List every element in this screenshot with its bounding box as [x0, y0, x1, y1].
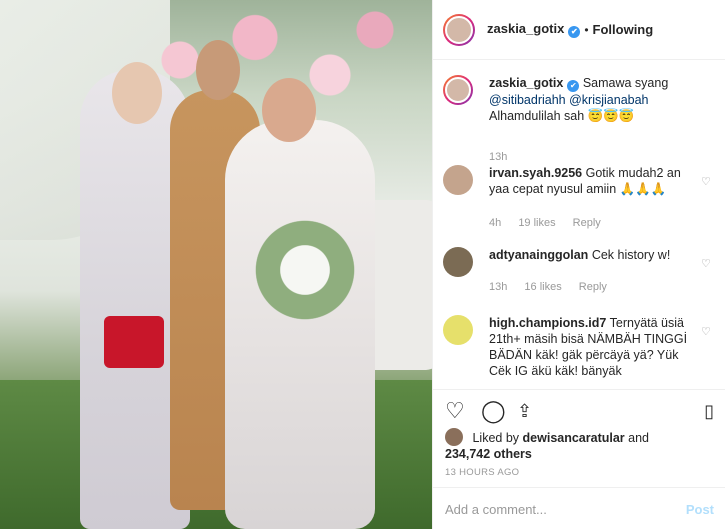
- commenter-avatar[interactable]: [443, 165, 473, 195]
- comment-username[interactable]: adtyanainggolan: [489, 248, 588, 262]
- comment-meta: 4h 19 likes Reply: [489, 217, 615, 229]
- comment-likes[interactable]: 19 likes: [518, 217, 555, 229]
- post-side-panel: zaskia_gotix ✔ • Following zaskia_gotix ✔ …: [432, 0, 725, 529]
- post-timestamp[interactable]: 13 HOURS AGO: [445, 467, 519, 478]
- mention-link[interactable]: @krisjianabah: [569, 93, 648, 107]
- heart-outline-icon[interactable]: ♡: [445, 400, 465, 422]
- share-icon[interactable]: ⇪: [517, 400, 532, 422]
- header-separator: •: [584, 22, 589, 37]
- photo-bouquet: [250, 210, 360, 330]
- caption-text: zaskia_gotix ✔ Samawa syang @sitibadriahh…: [489, 76, 669, 123]
- add-comment-bar: Add a comment... Post: [433, 487, 725, 529]
- caption-username[interactable]: zaskia_gotix: [489, 76, 563, 90]
- caption-avatar[interactable]: [443, 75, 473, 105]
- comment-meta: 13h 16 likes Reply: [489, 281, 621, 293]
- liker-username[interactable]: dewisancaratular: [523, 431, 625, 445]
- commenter-avatar[interactable]: [443, 315, 473, 345]
- following-button[interactable]: Following: [593, 22, 654, 37]
- comments-list[interactable]: zaskia_gotix ✔ Samawa syang @sitibadriahh…: [433, 61, 725, 389]
- comment-likes[interactable]: 16 likes: [524, 281, 561, 293]
- comment-text: irvan.syah.9256 Gotik mudah2 an yaa cepa…: [489, 166, 681, 196]
- photo-groom-head: [196, 40, 240, 100]
- caption-meta: 13h: [489, 151, 521, 163]
- photo-person-left-head: [112, 62, 162, 124]
- post-photo[interactable]: [0, 0, 432, 529]
- verified-icon: ✔: [567, 80, 580, 92]
- author-avatar[interactable]: [443, 13, 475, 46]
- reply-button[interactable]: Reply: [573, 217, 601, 229]
- caption-age[interactable]: 13h: [489, 151, 507, 163]
- liker-avatar[interactable]: [445, 428, 463, 446]
- comment-username[interactable]: high.champions.id7: [489, 316, 606, 330]
- liked-by: Liked by dewisancaratular and 234,742 ot…: [445, 428, 715, 462]
- comment-text: adtyanainggolan Cek history w!: [489, 248, 671, 262]
- verified-icon: ✔: [568, 26, 581, 38]
- action-bar: ♡ ◯ ⇪ ▯: [433, 389, 725, 431]
- comment-like-heart-icon[interactable]: ♡: [701, 257, 713, 270]
- comment-like-heart-icon[interactable]: ♡: [701, 325, 713, 338]
- reply-button[interactable]: Reply: [579, 281, 607, 293]
- bookmark-icon[interactable]: ▯: [704, 400, 714, 422]
- likes-count-button[interactable]: 234,742 others: [445, 447, 532, 461]
- add-comment-input[interactable]: Add a comment...: [445, 502, 547, 517]
- commenter-avatar[interactable]: [443, 247, 473, 277]
- post-header: zaskia_gotix ✔ • Following: [433, 0, 725, 60]
- photo-red-handbag: [104, 316, 164, 368]
- mention-link[interactable]: @sitibadriahh: [489, 93, 566, 107]
- comment-username[interactable]: irvan.syah.9256: [489, 166, 582, 180]
- comment-like-heart-icon[interactable]: ♡: [701, 175, 713, 188]
- photo-bride-head: [262, 78, 316, 142]
- post-comment-button[interactable]: Post: [686, 502, 714, 517]
- comment-age[interactable]: 13h: [489, 281, 507, 293]
- comment-text: high.champions.id7 Ternyätä üsiä 21th+ m…: [489, 316, 688, 378]
- comment-age[interactable]: 4h: [489, 217, 501, 229]
- comment-icon[interactable]: ◯: [481, 400, 506, 422]
- author-username[interactable]: zaskia_gotix ✔: [487, 21, 581, 38]
